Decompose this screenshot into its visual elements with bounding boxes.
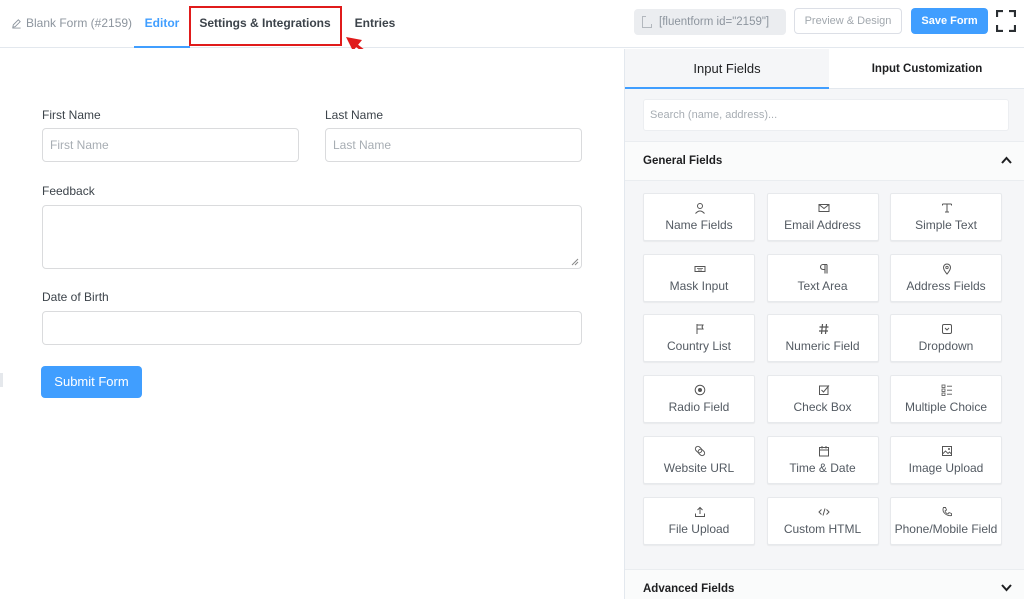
first-name-input[interactable]: First Name xyxy=(42,128,299,162)
field-button-label: Simple Text xyxy=(915,218,977,232)
image-icon xyxy=(942,445,952,456)
upload-icon xyxy=(695,506,705,517)
code-icon xyxy=(817,507,830,516)
field-button-label: Email Address xyxy=(784,218,861,232)
tab-input-fields[interactable]: Input Fields xyxy=(625,49,829,89)
save-form-button[interactable]: Save Form xyxy=(911,8,988,34)
field-button-email-address[interactable]: Email Address xyxy=(766,193,879,241)
calendar-icon xyxy=(818,445,829,457)
field-button-name-fields[interactable]: Name Fields xyxy=(643,193,755,241)
field-button-label: Numeric Field xyxy=(785,339,860,354)
dob-input[interactable] xyxy=(42,311,582,345)
keyboard-icon xyxy=(694,265,706,272)
list-icon xyxy=(941,384,952,396)
feedback-label: Feedback xyxy=(42,184,95,198)
field-button-check-box[interactable]: Check Box xyxy=(766,375,879,424)
annotation-highlight-box xyxy=(189,6,342,46)
field-button-image-upload[interactable]: Image Upload xyxy=(890,435,1002,484)
person-icon xyxy=(695,203,705,214)
preview-design-button[interactable]: Preview & Design xyxy=(794,8,902,34)
first-name-label: First Name xyxy=(42,108,101,122)
phone-icon xyxy=(942,506,952,516)
general-fields-header[interactable]: General Fields xyxy=(625,141,1024,181)
field-button-address-fields[interactable]: Address Fields xyxy=(890,253,1002,302)
dob-label: Date of Birth xyxy=(42,290,109,304)
copy-icon xyxy=(642,16,652,28)
field-button-text-area[interactable]: Text Area xyxy=(766,253,879,302)
general-fields-title: General Fields xyxy=(643,155,723,167)
field-button-numeric-field[interactable]: Numeric Field xyxy=(766,314,879,363)
shortcode-copy[interactable]: [fluentform id="2159"] xyxy=(634,9,786,35)
tab-editor[interactable]: Editor xyxy=(134,0,190,48)
field-button-custom-html[interactable]: Custom HTML xyxy=(766,496,879,545)
field-button-dropdown[interactable]: Dropdown xyxy=(890,314,1002,363)
field-search-input[interactable]: Search (name, address)... xyxy=(643,99,1009,131)
chevron-down-icon xyxy=(1001,584,1012,592)
field-button-time-date[interactable]: Time & Date xyxy=(766,435,879,484)
field-button-label: Country List xyxy=(666,339,732,354)
feedback-textarea[interactable] xyxy=(42,205,582,269)
field-button-label: Phone/Mobile Field xyxy=(894,521,998,536)
map-pin-icon xyxy=(942,263,952,275)
envelope-icon xyxy=(818,204,829,212)
field-button-label: File Upload xyxy=(668,521,730,536)
resize-grip-icon[interactable] xyxy=(571,258,579,266)
advanced-fields-title: Advanced Fields xyxy=(643,583,735,595)
field-button-website-url[interactable]: Website URL xyxy=(643,435,755,484)
field-button-label: Name Fields xyxy=(665,218,733,232)
dropdown-icon xyxy=(942,324,952,335)
field-button-label: Image Upload xyxy=(908,460,984,475)
fullscreen-icon[interactable] xyxy=(996,10,1016,32)
field-button-country-list[interactable]: Country List xyxy=(643,314,755,363)
text-cursor-icon xyxy=(942,203,952,213)
field-button-label: Dropdown xyxy=(918,339,974,354)
link-icon xyxy=(694,445,706,456)
top-bar: Blank Form (#2159) Editor Settings & Int… xyxy=(0,0,1024,48)
checkbox-icon xyxy=(818,385,829,396)
shortcode-text: [fluentform id="2159"] xyxy=(659,16,770,28)
fields-panel: Input Fields Input Customization Search … xyxy=(624,49,1024,599)
submit-form-button[interactable]: Submit Form xyxy=(41,366,142,398)
radio-icon xyxy=(694,384,706,396)
pencil-icon xyxy=(12,18,21,29)
field-button-simple-text[interactable]: Simple Text xyxy=(890,193,1002,241)
field-button-label: Text Area xyxy=(797,278,848,293)
field-button-file-upload[interactable]: File Upload xyxy=(643,496,755,545)
resize-handle[interactable] xyxy=(0,373,3,387)
field-button-label: Multiple Choice xyxy=(904,400,988,415)
flag-icon xyxy=(696,324,704,335)
field-button-mask-input[interactable]: Mask Input xyxy=(643,253,755,302)
tab-input-customization[interactable]: Input Customization xyxy=(829,49,1024,89)
form-title[interactable]: Blank Form (#2159) xyxy=(11,16,132,30)
last-name-input[interactable]: Last Name xyxy=(325,128,582,162)
field-button-label: Website URL xyxy=(663,460,735,475)
last-name-label: Last Name xyxy=(325,108,384,122)
chevron-up-icon xyxy=(1001,156,1012,164)
form-editor-canvas: First Name First Name Last Name Last Nam… xyxy=(0,49,624,599)
hash-icon xyxy=(818,324,828,335)
field-button-label: Check Box xyxy=(793,400,852,415)
field-button-label: Address Fields xyxy=(906,278,986,293)
advanced-fields-header[interactable]: Advanced Fields xyxy=(625,569,1024,599)
field-button-label: Time & Date xyxy=(789,460,856,475)
field-button-label: Custom HTML xyxy=(783,521,862,536)
field-button-phone-mobile-field[interactable]: Phone/Mobile Field xyxy=(890,496,1002,545)
field-button-label: Radio Field xyxy=(668,400,730,415)
field-button-radio-field[interactable]: Radio Field xyxy=(643,375,755,424)
paragraph-icon xyxy=(819,263,828,274)
field-button-label: Mask Input xyxy=(669,278,729,293)
field-button-multiple-choice[interactable]: Multiple Choice xyxy=(890,375,1002,424)
form-title-text: Blank Form (#2159) xyxy=(26,16,133,30)
